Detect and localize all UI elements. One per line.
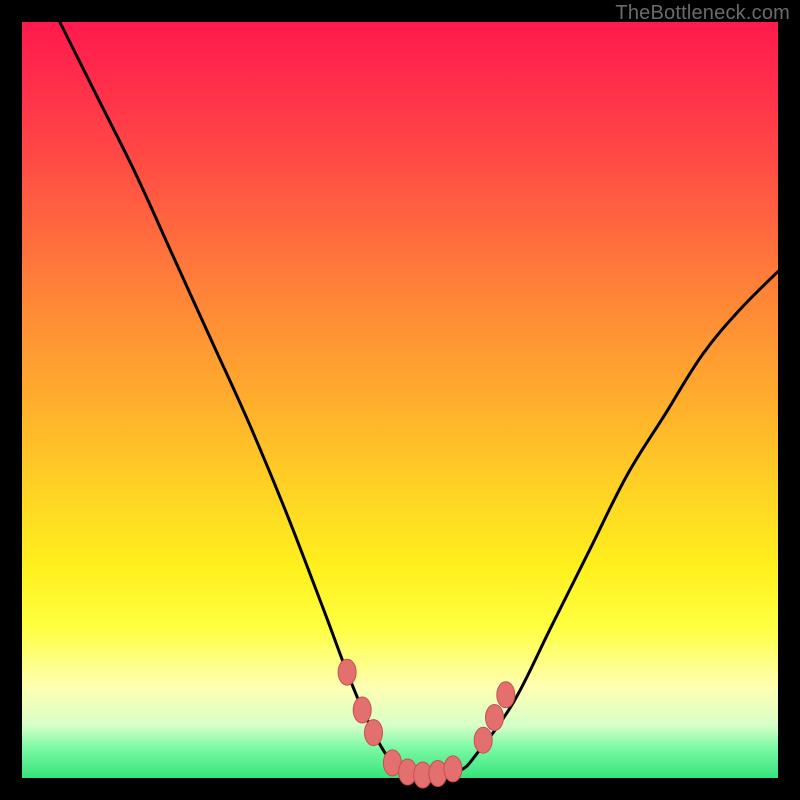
curve-marker <box>497 682 515 708</box>
curve-marker <box>474 727 492 753</box>
plot-area <box>22 22 778 778</box>
curve-markers <box>338 659 515 788</box>
curve-marker <box>353 697 371 723</box>
curve-marker <box>338 659 356 685</box>
curve-marker <box>444 756 462 782</box>
bottleneck-curve <box>60 22 778 780</box>
chart-frame: TheBottleneck.com <box>0 0 800 800</box>
curve-marker <box>486 705 504 731</box>
curve-marker <box>365 720 383 746</box>
watermark-text: TheBottleneck.com <box>615 2 790 25</box>
chart-svg <box>22 22 778 778</box>
